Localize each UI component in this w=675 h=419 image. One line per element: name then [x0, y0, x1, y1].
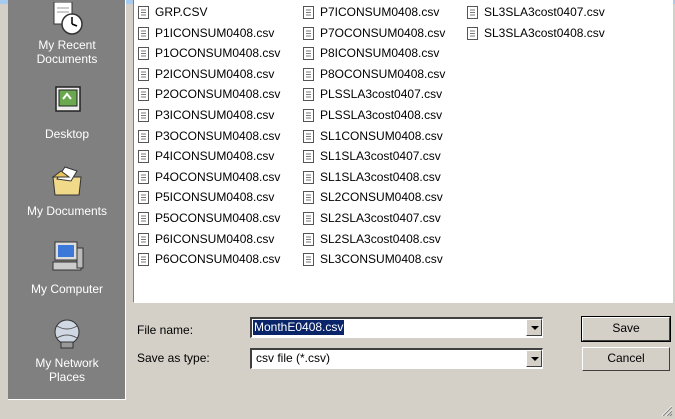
csv-file-icon: [303, 253, 314, 267]
csv-file-icon: [138, 150, 149, 164]
file-name: SL1SLA3cost0407.csv: [320, 149, 441, 164]
csv-file-icon: [138, 232, 149, 246]
csv-file-icon: [303, 170, 314, 184]
save-as-type-label: Save as type:: [137, 351, 210, 365]
file-name: P4ICONSUM0408.csv: [155, 149, 275, 164]
place-my-documents[interactable]: My Documents: [8, 165, 126, 218]
file-name: P4OCONSUM0408.csv: [155, 169, 281, 184]
file-name: SL2SLA3cost0408.csv: [320, 231, 441, 246]
csv-file-icon: [138, 191, 149, 205]
file-name: P7OCONSUM0408.csv: [320, 25, 446, 40]
file-name: P1OCONSUM0408.csv: [155, 46, 281, 61]
resize-grip-icon[interactable]: [661, 405, 673, 417]
csv-file-icon: [303, 191, 314, 205]
file-name: P6OCONSUM0408.csv: [155, 252, 281, 267]
csv-file-icon: [138, 129, 149, 143]
my-computer-icon: [52, 241, 84, 271]
file-name: P3ICONSUM0408.csv: [155, 108, 275, 122]
file-name: SL2CONSUM0408.csv: [320, 190, 443, 205]
place-label: My Network Places: [35, 356, 99, 384]
csv-file-icon: [138, 47, 149, 61]
file-name: P6ICONSUM0408.csv: [155, 231, 275, 246]
place-label: My Computer: [30, 282, 104, 296]
file-name: P1ICONSUM0408.csv: [155, 25, 275, 40]
csv-file-icon: [303, 232, 314, 246]
csv-file-icon: [138, 212, 149, 225]
csv-file-icon: [303, 150, 314, 164]
save-as-type-combo[interactable]: csv file (*.csv): [250, 348, 543, 369]
csv-file-icon: [303, 109, 314, 122]
my-network-places-icon: [54, 319, 80, 349]
file-name: SL3SLA3cost0407.csv: [484, 5, 605, 19]
file-name-label: File name:: [137, 323, 194, 337]
file-name: PLSSLA3cost0407.csv: [320, 87, 443, 102]
place-my-computer[interactable]: My Computer: [8, 240, 126, 296]
place-my-recent-documents[interactable]: My Recent Documents: [8, 2, 126, 66]
file-name-combo[interactable]: MonthE0408.csv: [250, 317, 543, 338]
place-my-network-places[interactable]: My Network Places: [8, 318, 126, 384]
chevron-down-icon: [531, 357, 539, 361]
file-name-input[interactable]: MonthE0408.csv: [253, 320, 345, 335]
file-name: SL3CONSUM0408.csv: [320, 252, 443, 267]
csv-file-icon: [138, 170, 149, 184]
file-name: P2OCONSUM0408.csv: [155, 87, 281, 102]
file-name: SL3SLA3cost0408.csv: [484, 25, 605, 40]
file-name-dropdown-button[interactable]: [526, 319, 542, 336]
csv-file-icon: [467, 26, 478, 40]
file-name: SL1SLA3cost0408.csv: [320, 169, 441, 184]
csv-file-icon: [138, 109, 149, 122]
csv-file-icon: [303, 67, 314, 81]
csv-file-icon: [303, 129, 314, 143]
csv-file-icon: [303, 26, 314, 40]
csv-file-icon: [138, 6, 149, 19]
save-as-type-dropdown-button[interactable]: [526, 350, 542, 367]
csv-file-icon: [303, 212, 314, 225]
csv-file-icon: [303, 47, 314, 61]
file-name: PLSSLA3cost0408.csv: [320, 108, 443, 122]
file-name: P5ICONSUM0408.csv: [155, 190, 275, 205]
csv-file-icon: [138, 88, 149, 102]
file-name: P5OCONSUM0408.csv: [155, 211, 281, 225]
file-name: GRP.CSV: [155, 5, 208, 19]
file-name: P8OCONSUM0408.csv: [320, 66, 446, 81]
recent-documents-icon: [53, 2, 83, 35]
place-desktop[interactable]: Desktop: [8, 85, 126, 141]
file-name: P8ICONSUM0408.csv: [320, 46, 440, 61]
places-bar: My Recent Documents Desktop My Documents…: [8, 0, 126, 400]
save-as-type-value[interactable]: csv file (*.csv): [255, 351, 331, 366]
place-label: My Recent Documents: [36, 38, 98, 66]
chevron-down-icon: [531, 326, 539, 330]
save-button[interactable]: Save: [581, 316, 671, 342]
place-label: Desktop: [44, 127, 90, 141]
file-list[interactable]: GRP.CSV P1ICONSUM0408.csv P1OCONSUM0408.cs…: [133, 0, 673, 303]
file-name: SL2SLA3cost0407.csv: [320, 211, 441, 225]
csv-file-icon: [138, 26, 149, 40]
csv-file-icon: [467, 6, 478, 19]
file-name: P2ICONSUM0408.csv: [155, 66, 275, 81]
file-name: P7ICONSUM0408.csv: [320, 5, 440, 19]
csv-file-icon: [303, 88, 314, 102]
csv-file-icon: [303, 6, 314, 19]
csv-file-icon: [138, 67, 149, 81]
place-label: My Documents: [26, 204, 108, 218]
file-name: P3OCONSUM0408.csv: [155, 128, 281, 143]
cancel-button[interactable]: Cancel: [582, 347, 670, 371]
my-documents-icon: [51, 166, 82, 196]
csv-file-icon: [138, 253, 149, 267]
desktop-icon: [55, 86, 81, 112]
file-name: SL1CONSUM0408.csv: [320, 128, 443, 143]
